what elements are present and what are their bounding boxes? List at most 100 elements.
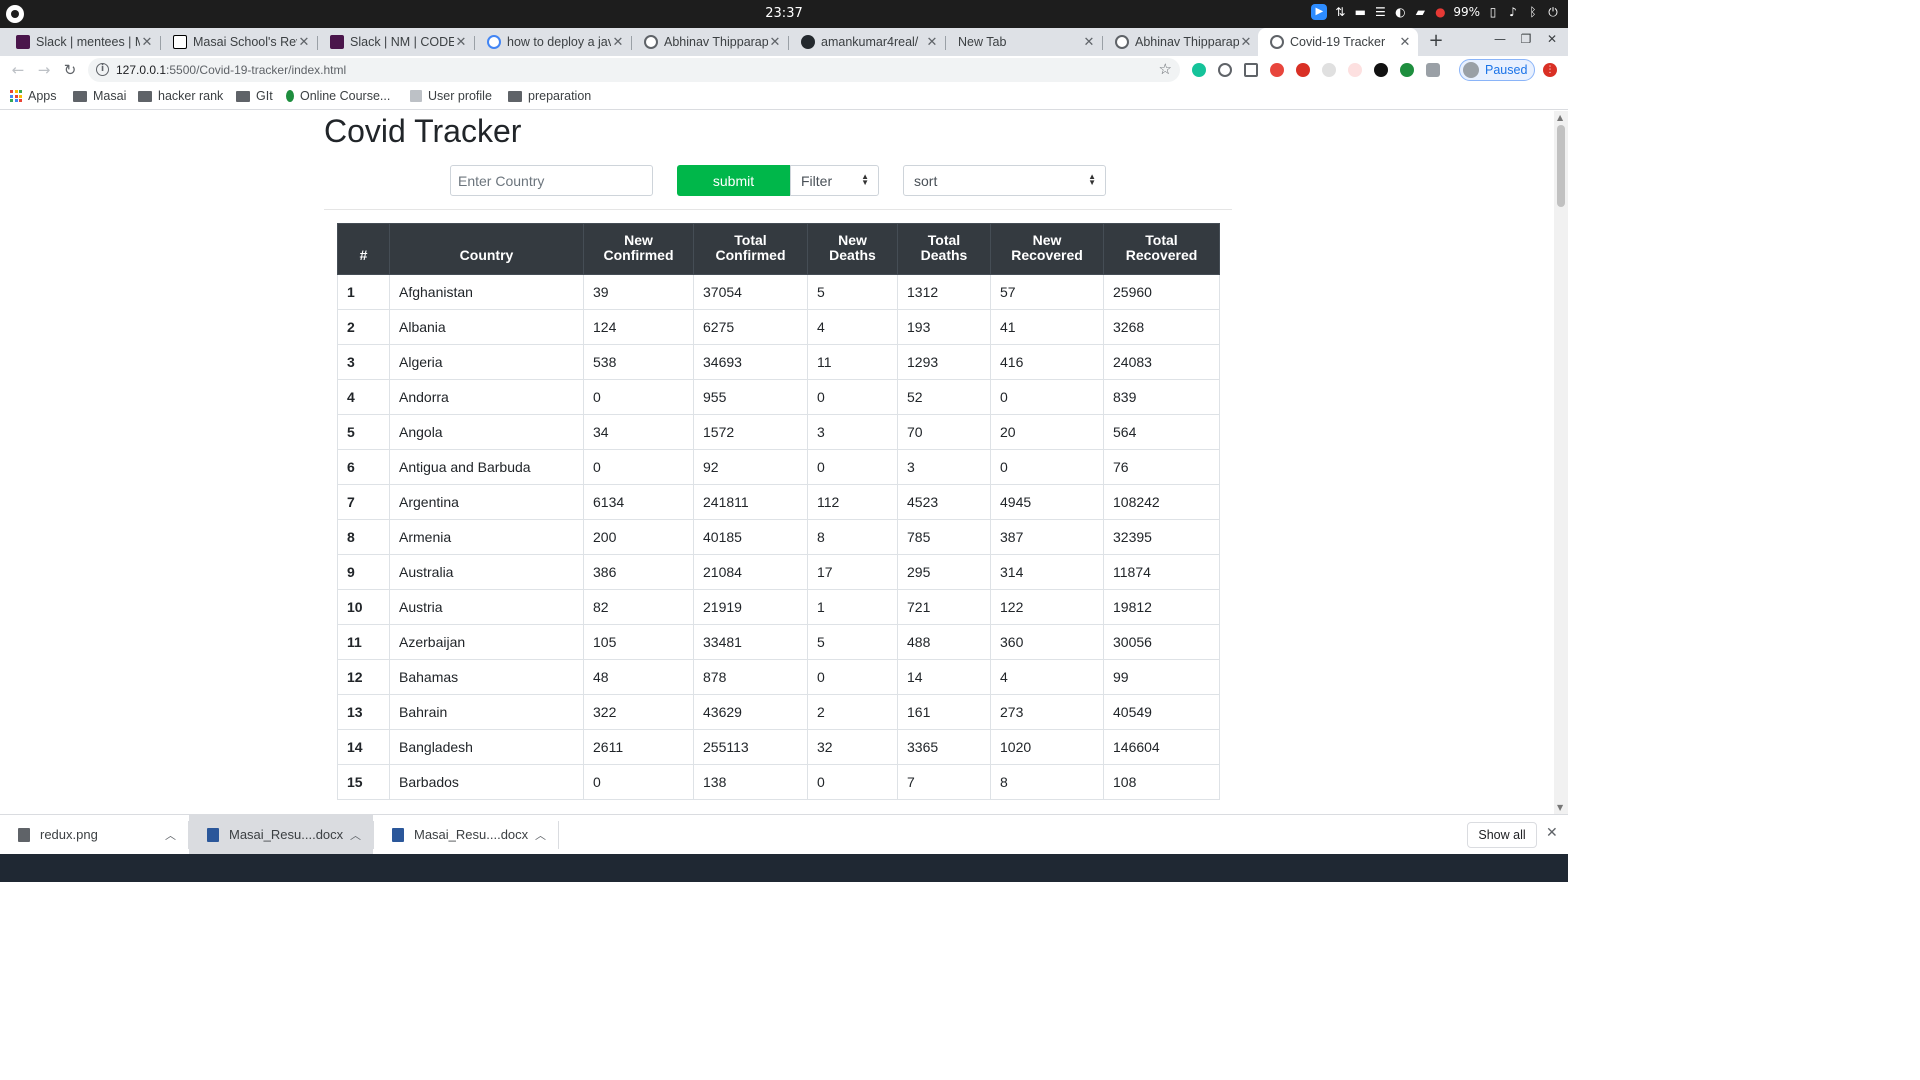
extension-icon[interactable] xyxy=(1400,63,1414,77)
bookmark-hacker-rank[interactable]: hacker rank xyxy=(138,89,223,103)
leaf-icon xyxy=(286,90,294,102)
bookmark-git[interactable]: GIt xyxy=(236,89,273,103)
stat-cell: 70 xyxy=(897,414,991,450)
close-tab-icon[interactable]: ✕ xyxy=(1082,34,1096,50)
submit-button[interactable]: submit xyxy=(677,165,790,196)
tab-abhinav-1[interactable]: Abhinav Thipparap ✕ xyxy=(628,28,788,56)
country-cell: Armenia xyxy=(389,519,584,555)
volume-icon[interactable]: ♪ xyxy=(1506,5,1520,19)
stat-cell: 24083 xyxy=(1103,344,1220,380)
bluetooth-icon[interactable]: ᛒ xyxy=(1526,5,1540,19)
new-tab-button[interactable]: + xyxy=(1426,30,1446,52)
close-window-icon[interactable]: ✕ xyxy=(1544,32,1560,46)
close-shelf-icon[interactable]: ✕ xyxy=(1546,825,1558,841)
power-icon[interactable]: ⏻ xyxy=(1546,5,1560,19)
camera-extension-icon[interactable] xyxy=(1426,63,1440,77)
stat-cell: 0 xyxy=(807,449,898,485)
scroll-down-icon[interactable]: ▼ xyxy=(1557,803,1563,812)
adblock-extension-icon[interactable] xyxy=(1296,63,1310,77)
stat-cell: 2 xyxy=(807,694,898,730)
notification-icon[interactable]: ● xyxy=(1433,5,1447,19)
stat-cell: 19812 xyxy=(1103,589,1220,625)
minimize-icon[interactable]: — xyxy=(1492,32,1508,46)
download-item[interactable]: Masai_Resu....docx ︿ xyxy=(189,815,373,854)
stat-cell: 57 xyxy=(990,274,1104,310)
browser-menu-icon[interactable]: ⋮ xyxy=(1543,63,1557,77)
zoom-icon[interactable]: ▶ xyxy=(1311,4,1328,20)
download-item[interactable]: redux.png ︿ xyxy=(0,815,188,854)
tab-github[interactable]: amankumar4real/ ✕ xyxy=(785,28,945,56)
stat-cell: 43629 xyxy=(693,694,808,730)
menu-icon[interactable]: ☰ xyxy=(1373,5,1387,19)
tab-new-tab[interactable]: New Tab ✕ xyxy=(942,28,1102,56)
divider xyxy=(324,209,1232,210)
row-number-cell: 10 xyxy=(337,589,390,625)
country-cell: Austria xyxy=(389,589,584,625)
column-header: Total Recovered xyxy=(1103,223,1220,275)
forward-icon[interactable]: → xyxy=(34,60,54,80)
tab-slack-mentees[interactable]: Slack | mentees | M ✕ xyxy=(0,28,160,56)
extension-icon[interactable] xyxy=(1322,63,1336,77)
tab-google-search[interactable]: how to deploy a jav ✕ xyxy=(471,28,631,56)
close-tab-icon[interactable]: ✕ xyxy=(925,34,939,50)
bookmark-user-profile[interactable]: User profile xyxy=(410,89,492,103)
close-tab-icon[interactable]: ✕ xyxy=(140,34,154,50)
table-row: 2 Albania 124 6275 4 193 41 3268 xyxy=(337,309,1220,345)
slack-icon xyxy=(330,35,344,49)
close-tab-icon[interactable]: ✕ xyxy=(297,34,311,50)
column-header: New Deaths xyxy=(807,223,898,275)
info-icon[interactable]: i xyxy=(96,63,109,76)
url-text[interactable]: 127.0.0.1:5500/Covid-19-tracker/index.ht… xyxy=(116,63,346,77)
stat-cell: 8 xyxy=(990,764,1104,800)
bookmark-star-icon[interactable]: ☆ xyxy=(1159,60,1172,78)
network-icon[interactable]: ⇅ xyxy=(1333,5,1347,19)
row-number-cell: 3 xyxy=(337,344,390,380)
shield-extension-icon[interactable] xyxy=(1270,63,1284,77)
chevron-up-icon[interactable]: ︿ xyxy=(350,827,361,843)
battery-icon[interactable]: ▯ xyxy=(1486,5,1500,19)
scroll-up-icon[interactable]: ▲ xyxy=(1557,113,1563,122)
close-tab-icon[interactable]: ✕ xyxy=(768,34,782,50)
country-search-input[interactable] xyxy=(450,165,653,196)
download-item[interactable]: Masai_Resu....docx ︿ xyxy=(374,815,558,854)
tab-masai-review[interactable]: Masai School's Rev ✕ xyxy=(157,28,317,56)
filter-select[interactable]: Filter ▲ ▼ xyxy=(790,165,879,196)
scrollbar-thumb[interactable] xyxy=(1557,125,1565,207)
back-icon[interactable]: ← xyxy=(8,60,28,80)
close-tab-icon[interactable]: ✕ xyxy=(611,34,625,50)
grammarly-extension-icon[interactable] xyxy=(1192,63,1206,77)
tab-abhinav-2[interactable]: Abhinav Thipparap ✕ xyxy=(1099,28,1259,56)
bookmark-masai[interactable]: Masai xyxy=(73,89,126,103)
night-light-icon[interactable]: ◐ xyxy=(1393,5,1407,19)
extension-icon[interactable] xyxy=(1348,63,1362,77)
address-bar[interactable]: i 127.0.0.1:5500/Covid-19-tracker/index.… xyxy=(88,58,1180,82)
keyboard-icon[interactable]: ▬ xyxy=(1353,5,1367,19)
close-tab-icon[interactable]: ✕ xyxy=(1398,34,1412,50)
page-scrollbar[interactable]: ▲ ▼ xyxy=(1554,111,1568,814)
extension-icon[interactable] xyxy=(1244,63,1258,77)
stat-cell: 416 xyxy=(990,344,1104,380)
stat-cell: 40185 xyxy=(693,519,808,555)
row-number-cell: 13 xyxy=(337,694,390,730)
sort-select[interactable]: sort ▲ ▼ xyxy=(903,165,1106,196)
cloud-extension-icon[interactable] xyxy=(1218,63,1232,77)
reload-icon[interactable]: ↻ xyxy=(60,60,80,80)
close-tab-icon[interactable]: ✕ xyxy=(1239,34,1253,50)
tab-covid-tracker[interactable]: Covid-19 Tracker ✕ xyxy=(1258,28,1418,56)
stat-cell: 0 xyxy=(583,764,694,800)
bookmark-preparation[interactable]: preparation xyxy=(508,89,591,103)
bookmark-apps[interactable]: Apps xyxy=(10,89,57,103)
stat-cell: 39 xyxy=(583,274,694,310)
stat-cell: 124 xyxy=(583,309,694,345)
chevron-up-icon[interactable]: ︿ xyxy=(165,827,176,843)
profile-button[interactable]: Paused xyxy=(1459,59,1535,81)
show-all-downloads-button[interactable]: Show all xyxy=(1467,822,1537,848)
folder-icon[interactable]: ▰ xyxy=(1413,5,1427,19)
chevron-up-icon[interactable]: ︿ xyxy=(535,827,546,843)
bookmark-online-course[interactable]: Online Course... xyxy=(286,89,390,103)
close-tab-icon[interactable]: ✕ xyxy=(454,34,468,50)
extension-icon[interactable] xyxy=(1374,63,1388,77)
tab-slack-codef[interactable]: Slack | NM | CODEF ✕ xyxy=(314,28,474,56)
restore-icon[interactable]: ❐ xyxy=(1518,32,1534,46)
table-row: 8 Armenia 200 40185 8 785 387 32395 xyxy=(337,519,1220,555)
